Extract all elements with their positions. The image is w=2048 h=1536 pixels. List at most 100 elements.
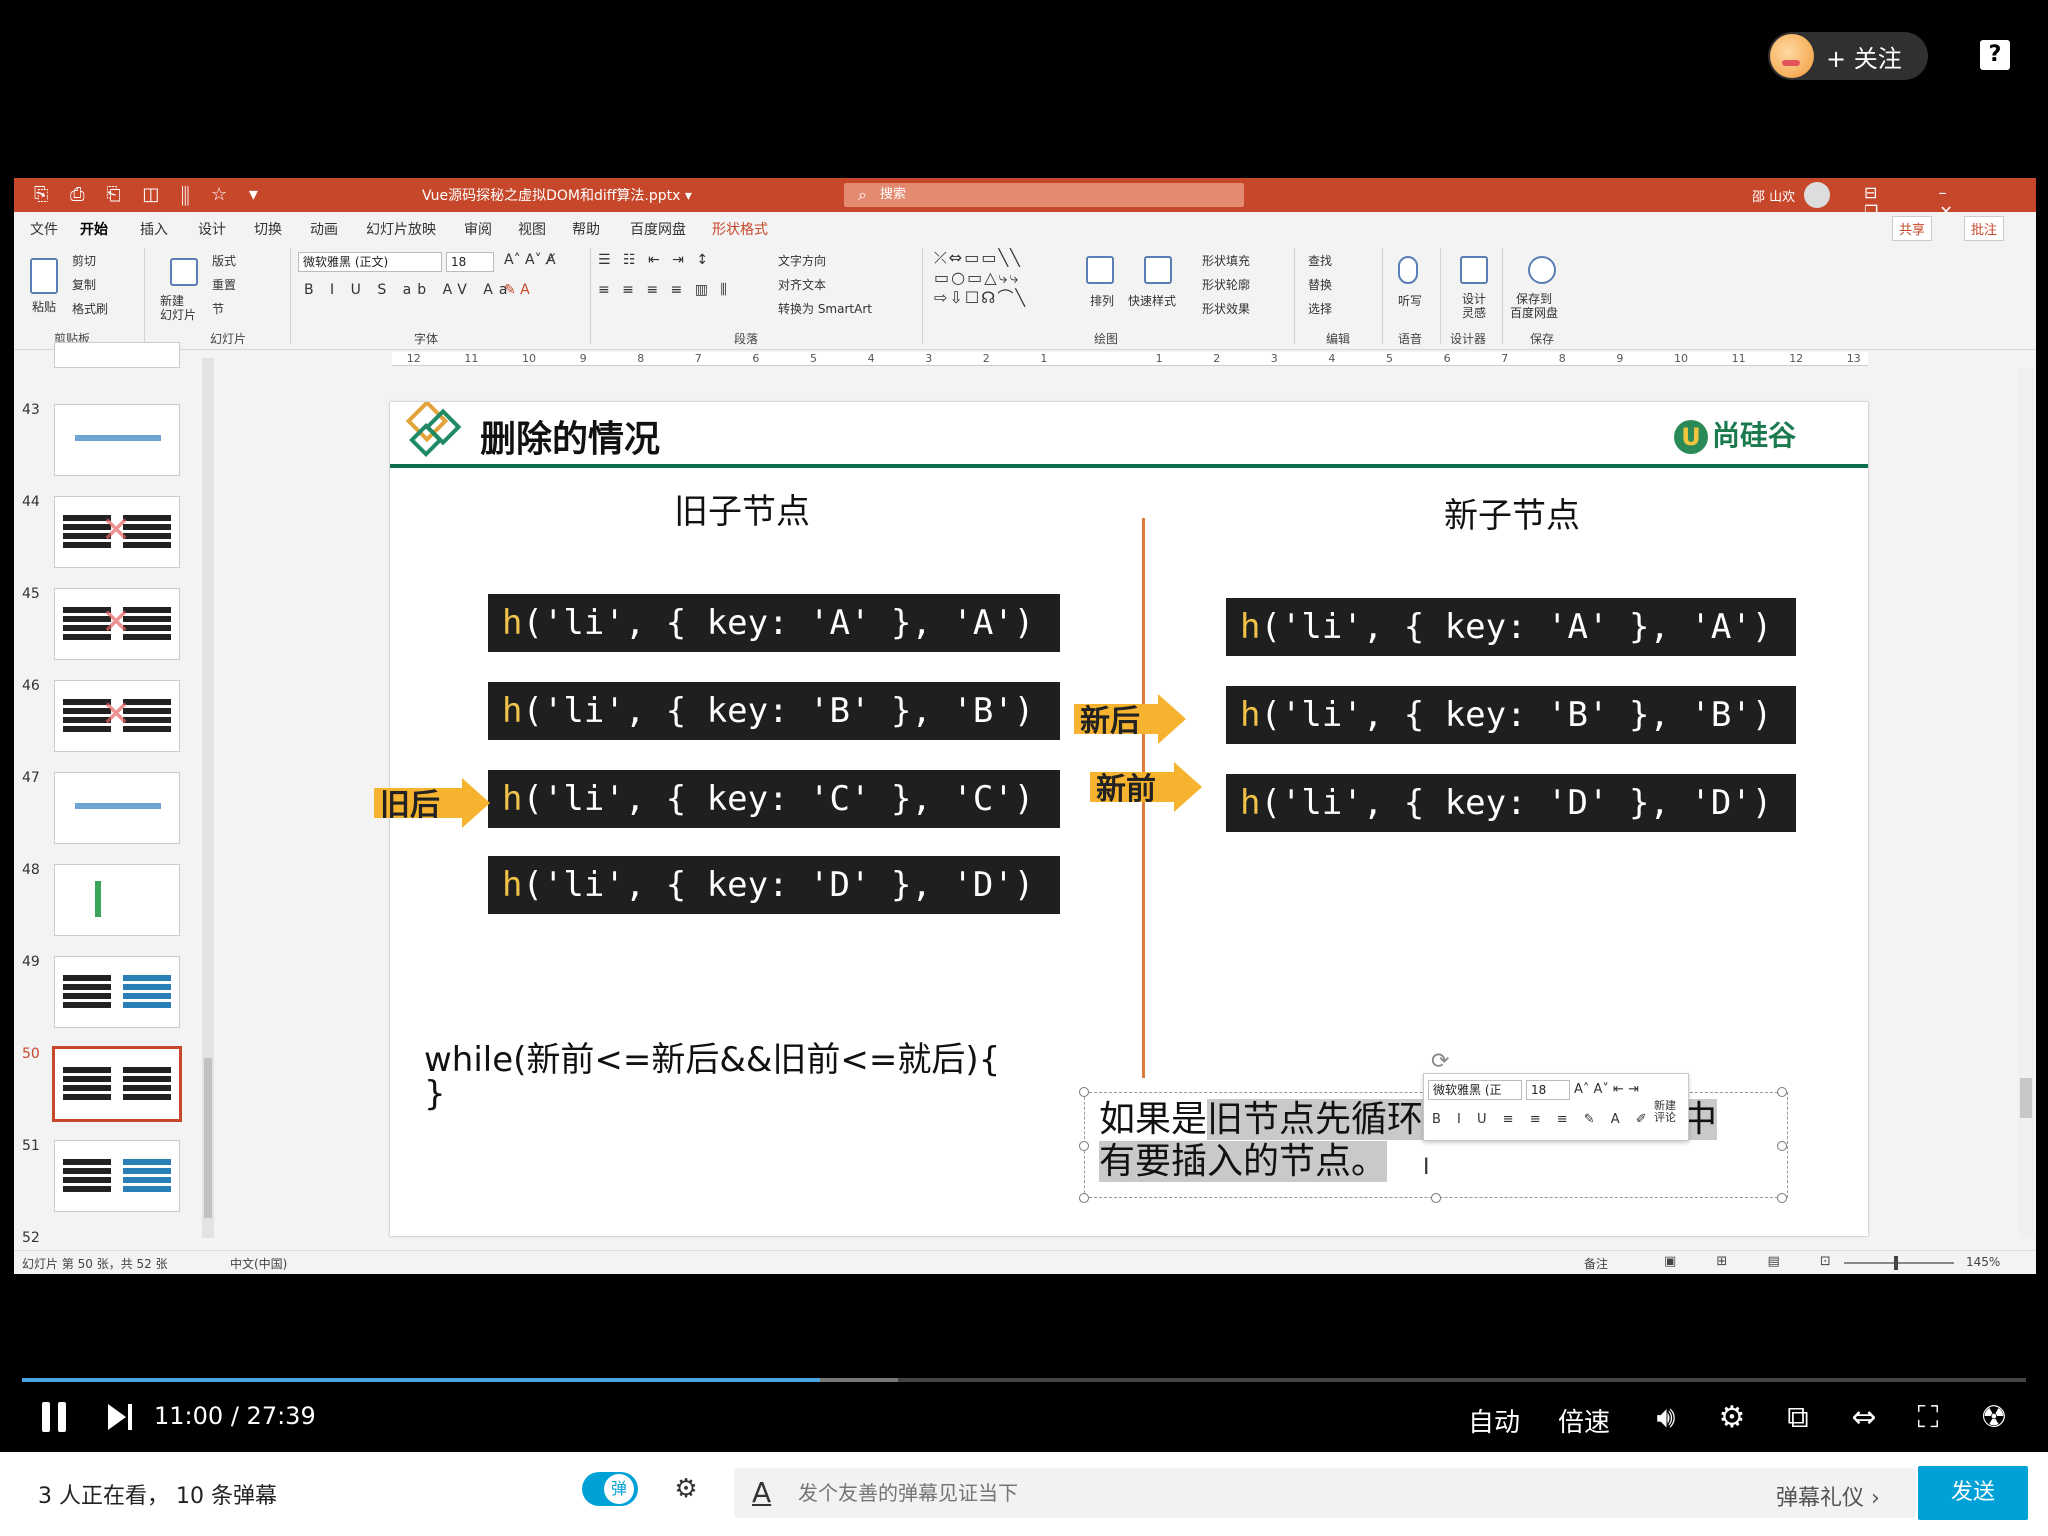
tab-shape-format[interactable]: 形状格式 [712, 219, 768, 239]
slide-thumbnail[interactable] [54, 404, 180, 476]
picture-in-picture-icon[interactable]: ⧉ [1780, 1400, 1816, 1436]
arrange-button[interactable]: 排列 [1090, 292, 1114, 309]
font-style-buttons[interactable]: B I U S ab AV Aa [304, 282, 513, 298]
paste-icon[interactable] [30, 258, 58, 294]
view-buttons[interactable]: ▣ ⊞ ▤ ⊡ [1664, 1254, 1849, 1269]
slide-thumbnail-selected[interactable] [52, 1046, 182, 1122]
slide-thumbnail[interactable] [54, 342, 180, 368]
font-name-select[interactable]: 微软雅黑 (正文) [298, 252, 442, 272]
tab-insert[interactable]: 插入 [140, 219, 168, 239]
notes-button[interactable]: 备注 [1584, 1255, 1608, 1272]
mini-size-select[interactable]: 18 [1526, 1080, 1570, 1100]
alignment-buttons[interactable]: ≡ ≡ ≡ ≡ ▥ ⫼ [598, 282, 731, 298]
tab-review[interactable]: 审阅 [464, 219, 492, 239]
tab-file[interactable]: 文件 [30, 219, 58, 239]
danmaku-settings-icon[interactable]: ⚙ [668, 1474, 704, 1506]
new-slide-icon[interactable] [170, 258, 198, 286]
slide-thumbnail[interactable]: ✕ [54, 588, 180, 660]
font-size-select[interactable]: 18 [446, 252, 494, 272]
settings-gear-icon[interactable]: ⚙ [1714, 1400, 1750, 1436]
danmaku-toggle[interactable]: 弹 [582, 1472, 638, 1506]
mini-font-size-controls[interactable]: A˄ A˅ ⇤ ⇥ [1574, 1082, 1639, 1097]
text-direction-button[interactable]: 文字方向 [778, 252, 826, 269]
quick-styles-icon[interactable] [1144, 256, 1172, 284]
resize-handle[interactable] [1777, 1141, 1787, 1151]
quality-button[interactable]: 自动 [1468, 1402, 1520, 1439]
speed-button[interactable]: 倍速 [1558, 1402, 1610, 1439]
pause-button[interactable] [42, 1402, 68, 1432]
danmaku-input[interactable] [798, 1476, 1698, 1510]
resize-handle[interactable] [1777, 1193, 1787, 1203]
mini-new-comment-button[interactable]: 新建 评论 [1654, 1100, 1676, 1124]
fullscreen-icon[interactable]: ☢ [1976, 1400, 2012, 1436]
selected-text-box[interactable]: 如果是旧节点先循环点中 有要插入的节点。 ⟳ 微软雅黑 (正 18 A˄ A˅ … [1079, 1049, 1788, 1203]
send-button[interactable]: 发送 [1918, 1466, 2028, 1520]
volume-icon[interactable]: 🔊︎ [1648, 1400, 1684, 1436]
font-size-controls[interactable]: A˄ A˅ A̸ [504, 252, 556, 268]
mini-font-select[interactable]: 微软雅黑 (正 [1428, 1080, 1522, 1100]
slide-scrollbar-thumb[interactable] [2020, 1078, 2032, 1118]
design-ideas-button[interactable]: 设计 灵感 [1462, 292, 1486, 320]
baidu-cloud-icon[interactable] [1528, 256, 1556, 284]
new-slide-button[interactable]: 新建 幻灯片 [160, 294, 196, 322]
follow-button[interactable]: + 关注 [1768, 32, 1928, 80]
shapes-gallery[interactable]: ⤫⇔▭▭╲╲ ▭○▭△⤷⤷ ⇨⇩☐☊⌒╲ [934, 248, 1027, 308]
zoom-level[interactable]: 145% [1966, 1255, 2000, 1269]
web-fullscreen-icon[interactable]: ⛶ [1910, 1400, 1946, 1436]
tab-slideshow[interactable]: 幻灯片放映 [366, 219, 436, 239]
comments-button[interactable]: 批注 [1964, 216, 2005, 241]
microphone-icon[interactable] [1398, 256, 1418, 284]
slide-thumbnail[interactable] [54, 956, 180, 1028]
shape-effects-button[interactable]: 形状效果 [1202, 300, 1250, 317]
cut-button[interactable]: 剪切 [72, 252, 96, 269]
resize-handle[interactable] [1431, 1193, 1441, 1203]
align-text-button[interactable]: 对齐文本 [778, 276, 826, 293]
rotate-handle-icon[interactable]: ⟳ [1431, 1049, 1449, 1074]
shape-outline-button[interactable]: 形状轮廓 [1202, 276, 1250, 293]
zoom-slider[interactable] [1844, 1262, 1954, 1264]
find-button[interactable]: 查找 [1308, 252, 1332, 269]
list-buttons[interactable]: ☰ ☷ ⇤ ⇥ ↕ [598, 252, 712, 268]
layout-button[interactable]: 版式 [212, 252, 236, 269]
resize-handle[interactable] [1079, 1141, 1089, 1151]
save-to-baidu-button[interactable]: 保存到 百度网盘 [1510, 292, 1558, 320]
share-button[interactable]: 共享 [1892, 216, 1933, 241]
search-input[interactable]: 搜索 [844, 183, 1244, 207]
resize-handle[interactable] [1079, 1193, 1089, 1203]
reset-button[interactable]: 重置 [212, 276, 236, 293]
tab-help[interactable]: 帮助 [572, 219, 600, 239]
user-avatar[interactable] [1804, 182, 1830, 208]
help-icon[interactable]: ? [1980, 40, 2010, 70]
copy-button[interactable]: 复制 [72, 276, 96, 293]
slide-thumbnail[interactable]: ✕ [54, 496, 180, 568]
select-button[interactable]: 选择 [1308, 300, 1332, 317]
slide-thumbnail[interactable] [54, 1140, 180, 1212]
format-painter-button[interactable]: 格式刷 [72, 300, 108, 317]
thumbnail-scrollbar-thumb[interactable] [204, 1058, 212, 1218]
slide-thumbnail[interactable]: ✕ [54, 680, 180, 752]
section-button[interactable]: 节 [212, 300, 224, 317]
slide-thumbnail[interactable] [54, 864, 180, 936]
language-indicator[interactable]: 中文(中国) [230, 1255, 287, 1272]
tab-view[interactable]: 视图 [518, 219, 546, 239]
tab-baidu-netdisk[interactable]: 百度网盘 [630, 219, 686, 239]
next-button[interactable] [108, 1402, 134, 1432]
replace-button[interactable]: 替换 [1308, 276, 1332, 293]
smartart-button[interactable]: 转换为 SmartArt [778, 300, 872, 317]
widescreen-icon[interactable]: ⇔ [1846, 1400, 1882, 1436]
tab-transitions[interactable]: 切换 [254, 219, 282, 239]
text-style-icon[interactable]: A [752, 1476, 771, 1509]
tab-animations[interactable]: 动画 [310, 219, 338, 239]
resize-handle[interactable] [1079, 1087, 1089, 1097]
zoom-slider-knob[interactable] [1894, 1256, 1898, 1270]
mini-style-buttons[interactable]: B I U ≡ ≡ ≡ ✎ A ✐ [1432, 1112, 1653, 1127]
quick-styles-button[interactable]: 快速样式 [1128, 292, 1176, 309]
arrange-icon[interactable] [1086, 256, 1114, 284]
resize-handle[interactable] [1777, 1087, 1787, 1097]
dictate-button[interactable]: 听写 [1398, 292, 1422, 309]
tab-design[interactable]: 设计 [198, 219, 226, 239]
font-color-buttons[interactable]: ✎ A [504, 282, 530, 298]
design-ideas-icon[interactable] [1460, 256, 1488, 284]
shape-fill-button[interactable]: 形状填充 [1202, 252, 1250, 269]
slide-thumbnail[interactable] [54, 772, 180, 844]
